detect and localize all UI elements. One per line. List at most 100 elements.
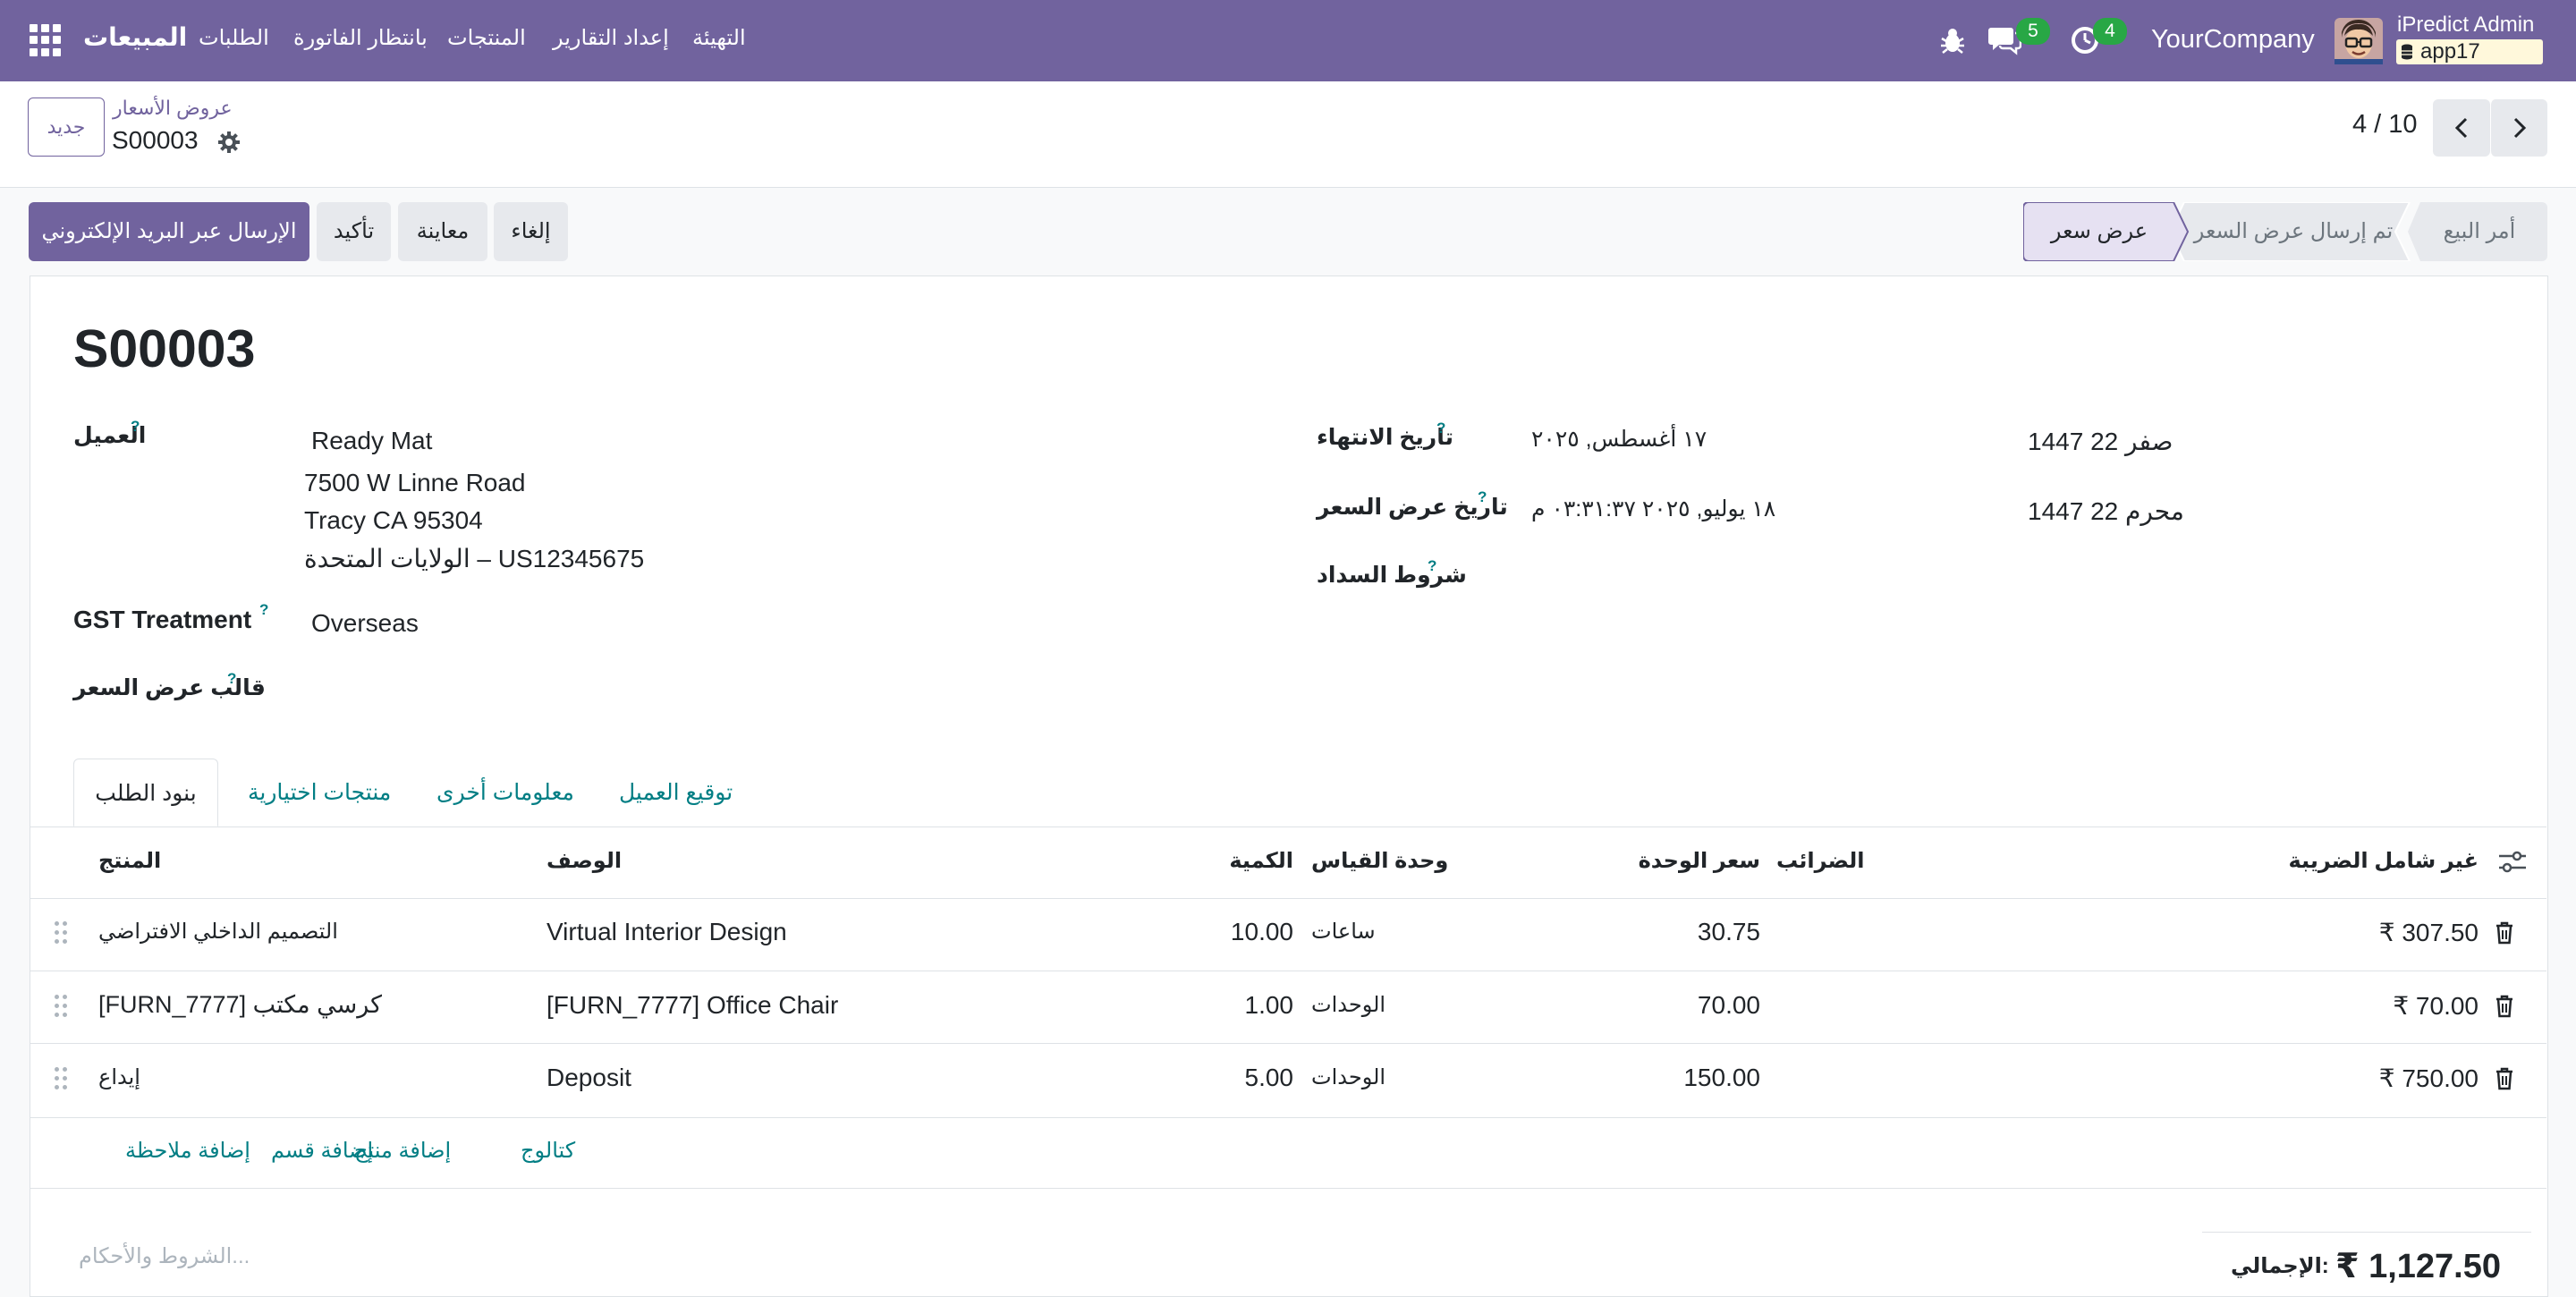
customer-address-street: 7500 W Linne Road [304,469,526,496]
row2-unit-price[interactable]: 70.00 [1698,991,1760,1020]
chevron-right-icon [2513,117,2526,139]
header-divider [30,898,2546,899]
pager-value[interactable]: 4 / 10 [2352,110,2418,140]
user-avatar[interactable] [2334,18,2383,64]
tab-customer-signature[interactable]: توقيع العميل [619,759,733,827]
cancel-button[interactable]: إلغاء [494,202,568,261]
top-navbar: المبيعات الطلبات بانتظار الفاتورة المنتج… [0,0,2576,81]
catalog-link[interactable]: كتالوج [521,1138,575,1164]
expiration-hijri-date: صفر 22 1447 [2028,428,2174,455]
quotation-date[interactable]: ١٨ يوليو, ٢٠٢٥ ٠٣:٣١:٣٧ م [1531,496,1775,522]
status-bar: عرض سعر تم إرسال عرض السعر أمر البيع [2023,202,2547,261]
quotation-hijri-date: محرم 22 1447 [2028,497,2184,525]
gst-treatment-value[interactable]: Overseas [311,609,419,638]
row-divider [30,1043,2546,1044]
stage-quotation[interactable]: عرض سعر [2023,202,2175,261]
delete-row-trash-icon[interactable] [2495,1067,2514,1090]
user-name[interactable]: iPredict Admin [2397,13,2534,38]
confirm-button[interactable]: تأكيد [317,202,391,261]
expiration-help-icon[interactable]: ? [1436,420,1445,437]
gear-icon[interactable] [217,131,241,154]
expiration-label: تاريخ الانتهاء [1317,425,1453,450]
tab-optional-products[interactable]: منتجات اختيارية [248,759,391,827]
tab-order-lines[interactable]: بنود الطلب [73,759,218,827]
column-unit-price[interactable]: سعر الوحدة [1639,848,1760,874]
payment-terms-label: شروط السداد [1317,563,1467,588]
row3-subtotal: ₹ 750.00 [2378,1064,2479,1092]
column-quantity[interactable]: الكمية [1229,848,1293,874]
row1-description[interactable]: Virtual Interior Design [547,918,787,946]
row2-description[interactable]: [FURN_7777] Office Chair [547,991,838,1020]
messages-count-badge: 5 [2016,18,2050,45]
row1-quantity[interactable]: 10.00 [1231,918,1293,946]
add-note-link[interactable]: إضافة ملاحظة [125,1138,250,1164]
order-title: S00003 [73,319,256,378]
tab-other-info[interactable]: معلومات أخرى [436,759,574,827]
total-divider [2202,1232,2531,1233]
customer-help-icon[interactable]: ? [131,418,140,436]
database-name: app17 [2420,39,2480,64]
delete-row-trash-icon[interactable] [2495,995,2514,1018]
total-amount: ₹ 1,127.50 [2335,1248,2501,1285]
breadcrumb[interactable]: عروض الأسعار [113,97,233,120]
new-button[interactable]: جديد [28,97,105,157]
stage-quotation-sent[interactable]: تم إرسال عرض السعر [2186,202,2401,261]
row1-subtotal: ₹ 307.50 [2378,919,2479,946]
total-label: الإجمالي: [2231,1254,2329,1278]
column-taxes[interactable]: الضرائب [1776,848,1864,874]
add-product-link[interactable]: إضافة منتج [354,1138,451,1164]
activities-count-badge: 4 [2093,18,2127,45]
menu-products[interactable]: المنتجات [447,25,526,51]
delete-row-trash-icon[interactable] [2495,921,2514,945]
gst-treatment-label: GST Treatment [73,606,252,633]
terms-and-conditions-input[interactable]: الشروط والأحكام... [79,1243,250,1269]
row-divider [30,1117,2546,1118]
drag-handle-icon[interactable] [55,1067,67,1090]
gst-help-icon[interactable]: ? [259,601,268,619]
preview-button[interactable]: معاينة [398,202,487,261]
drag-handle-icon[interactable] [55,995,67,1018]
database-badge: app17 [2396,39,2543,64]
quotation-date-help-icon[interactable]: ? [1478,488,1487,506]
stage-sales-order[interactable]: أمر البيع [2417,202,2542,261]
payment-terms-help-icon[interactable]: ? [1428,557,1436,575]
row2-uom[interactable]: الوحدات [1311,992,1385,1018]
quotation-template-label: قالب عرض السعر [73,675,266,700]
column-description[interactable]: الوصف [547,848,622,874]
debug-bug-icon[interactable] [1939,26,1966,55]
column-uom[interactable]: وحدة القياس [1311,848,1448,874]
row3-product[interactable]: إيداع [98,1064,140,1090]
row3-uom[interactable]: الوحدات [1311,1064,1385,1090]
row2-product[interactable]: [FURN_7777] كرسي مكتب [98,991,382,1019]
optional-columns-sliders-icon[interactable] [2497,850,2528,875]
pager-previous-button[interactable] [2433,99,2490,157]
app-name[interactable]: المبيعات [83,22,187,52]
row3-quantity[interactable]: 5.00 [1245,1064,1294,1092]
expiration-date[interactable]: ١٧ أغسطس, ٢٠٢٥ [1531,426,1707,453]
row2-subtotal: ₹ 70.00 [2393,992,2479,1020]
row1-uom[interactable]: ساعات [1311,919,1376,945]
pager-next-button[interactable] [2490,99,2547,157]
chevron-left-icon [2454,117,2468,139]
row1-unit-price[interactable]: 30.75 [1698,918,1760,946]
column-subtotal[interactable]: غير شامل الضريبة [2288,848,2479,874]
customer-address-city: Tracy CA 95304 [304,506,483,534]
company-switcher[interactable]: YourCompany [2151,25,2315,55]
row3-unit-price[interactable]: 150.00 [1683,1064,1760,1092]
column-product[interactable]: المنتج [98,848,161,874]
menu-reporting[interactable]: إعداد التقارير [553,25,669,51]
send-by-email-button[interactable]: الإرسال عبر البريد الإلكتروني [29,202,309,261]
row1-product[interactable]: التصميم الداخلي الافتراضي [98,919,338,945]
lines-bottom-border [30,1188,2546,1189]
template-help-icon[interactable]: ? [227,670,236,688]
row3-description[interactable]: Deposit [547,1064,631,1092]
record-name: S00003 [112,126,199,154]
menu-to-invoice[interactable]: بانتظار الفاتورة [293,25,428,51]
menu-configuration[interactable]: التهيئة [692,25,746,51]
row2-quantity[interactable]: 1.00 [1245,991,1294,1020]
customer-name[interactable]: Ready Mat [311,427,432,455]
drag-handle-icon[interactable] [55,921,67,945]
menu-orders[interactable]: الطلبات [199,25,269,51]
database-icon [2402,44,2412,60]
apps-menu-icon[interactable] [30,24,62,56]
